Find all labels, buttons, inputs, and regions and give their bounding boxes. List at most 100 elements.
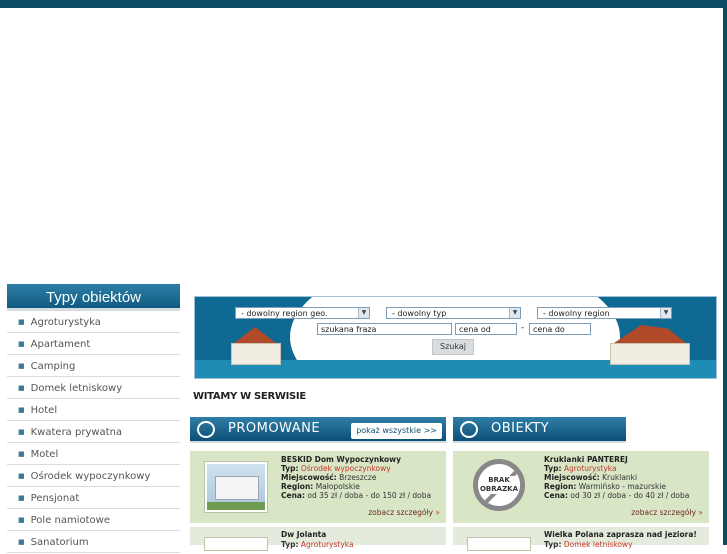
price-label: Cena: — [281, 491, 305, 500]
sidebar-item-label: Sanatorium — [30, 537, 89, 548]
listing-locality: Brzeszcze — [339, 473, 377, 482]
bullet-icon: ■ — [18, 340, 25, 348]
listing-type[interactable]: Ośrodek wypoczynkowy — [301, 464, 391, 473]
house-illustration-right — [600, 325, 700, 367]
details-arrow-icon: » — [435, 508, 440, 517]
sidebar-header: Typy obiektów — [7, 284, 180, 311]
sidebar-item-label: Hotel — [30, 405, 58, 416]
sidebar-item-hotel[interactable]: ■ Hotel — [7, 399, 180, 421]
no-image-icon: BRAK OBRAZKA — [473, 459, 525, 511]
type-value: - dowolny typ — [392, 309, 447, 318]
sidebar-item-label: Kwatera prywatna — [30, 427, 123, 438]
promoted-title: PROMOWANE — [228, 421, 321, 436]
listing-price: od 35 zł / doba - do 150 zł / doba — [307, 491, 432, 500]
bullet-icon: ■ — [18, 494, 25, 502]
listing-region: Warmińsko - mazurskie — [578, 482, 666, 491]
listing-region-row: Region: Warmińsko - mazurskie — [544, 482, 666, 491]
region-select[interactable]: - dowolny region ▼ — [537, 307, 672, 319]
sidebar-item-kwatera-prywatna[interactable]: ■ Kwatera prywatna — [7, 421, 180, 443]
promoted-listing-card[interactable]: Dw Jolanta Typ: Agroturystyka — [190, 527, 446, 551]
listing-photo[interactable] — [204, 461, 268, 513]
bullet-icon: ■ — [18, 428, 25, 436]
bullet-icon: ■ — [18, 472, 25, 480]
details-arrow-icon: » — [698, 508, 703, 517]
sidebar-item-label: Ośrodek wypoczynkowy — [30, 471, 151, 482]
listing-type-row: Typ: Ośrodek wypoczynkowy — [281, 464, 391, 473]
sidebar-item-label: Apartament — [30, 339, 91, 350]
sidebar-item-label: Pensjonat — [30, 493, 80, 504]
locality-label: Miejscowość: — [544, 473, 600, 482]
listing-title[interactable]: Dw Jolanta — [281, 530, 326, 539]
sidebar-item-label: Agroturystyka — [30, 317, 101, 328]
listing-photo[interactable] — [204, 537, 268, 551]
chevron-down-icon: ▼ — [509, 308, 520, 318]
listing-locality-row: Miejscowość: Kruklanki — [544, 473, 637, 482]
sidebar-item-osrodek-wypoczynkowy[interactable]: ■ Ośrodek wypoczynkowy — [7, 465, 180, 487]
listing-price-row: Cena: od 30 zł / doba - do 40 zł / doba — [544, 491, 689, 500]
bullet-icon: ■ — [18, 406, 25, 414]
magnifier-icon — [460, 421, 478, 438]
listing-region-row: Region: Małopolskie — [281, 482, 360, 491]
sidebar-item-pensjonat[interactable]: ■ Pensjonat — [7, 487, 180, 509]
listing-type[interactable]: Agroturystyka — [564, 464, 617, 473]
sidebar-item-apartament[interactable]: ■ Apartament — [7, 333, 180, 355]
region-value: - dowolny region — [543, 309, 610, 318]
listing-locality: Kruklanki — [602, 473, 638, 482]
listing-price: od 30 zł / doba - do 40 zł / doba — [570, 491, 690, 500]
type-select[interactable]: - dowolny typ ▼ — [386, 307, 521, 319]
sidebar-item-label: Domek letniskowy — [30, 383, 123, 394]
listing-locality-row: Miejscowość: Brzeszcze — [281, 473, 376, 482]
listing-region: Małopolskie — [315, 482, 360, 491]
sidebar-item-camping[interactable]: ■ Camping — [7, 355, 180, 377]
sidebar-item-agroturystyka[interactable]: ■ Agroturystyka — [7, 311, 180, 333]
region-geo-select[interactable]: - dowolny region geo. ▼ — [235, 307, 370, 319]
sidebar-item-pole-namiotowe[interactable]: ■ Pole namiotowe — [7, 509, 180, 531]
objects-header: OBIEKTY — [453, 417, 626, 443]
search-phrase-input[interactable]: szukana fraza — [317, 323, 452, 335]
search-button[interactable]: Szukaj — [432, 339, 474, 355]
listing-title[interactable]: Kruklanki PANTEREJ — [544, 455, 628, 464]
bullet-icon: ■ — [18, 384, 25, 392]
bullet-icon: ■ — [18, 318, 25, 326]
details-link[interactable]: zobacz szczegóły » — [631, 508, 703, 517]
bullet-icon: ■ — [18, 450, 25, 458]
listing-photo[interactable] — [467, 537, 531, 551]
objects-title: OBIEKTY — [491, 421, 550, 436]
price-separator: - — [521, 323, 525, 333]
sidebar-item-label: Pole namiotowe — [30, 515, 110, 526]
listing-price-row: Cena: od 35 zł / doba - do 150 zł / doba — [281, 491, 431, 500]
details-label: zobacz szczegóły — [631, 508, 697, 517]
sidebar-item-domek-letniskowy[interactable]: ■ Domek letniskowy — [7, 377, 180, 399]
no-image-label: BRAK OBRAZKA — [478, 476, 520, 494]
listing-type-row: Typ: Agroturystyka — [544, 464, 617, 473]
region-geo-value: - dowolny region geo. — [241, 309, 328, 318]
type-label: Typ: — [281, 464, 299, 473]
sidebar-item-label: Motel — [30, 449, 59, 460]
house-illustration-left — [217, 327, 297, 367]
right-edge-bar — [723, 0, 727, 545]
price-label: Cena: — [544, 491, 568, 500]
object-types-sidebar: Typy obiektów ■ Agroturystyka ■ Apartament… — [7, 284, 180, 553]
bullet-icon: ■ — [18, 516, 25, 524]
bullet-icon: ■ — [18, 362, 25, 370]
listing-title[interactable]: BESKID Dom Wypoczynkowy — [281, 455, 401, 464]
object-listing-card[interactable]: Wielka Polana zaprasza nad jeziora! Typ:… — [453, 527, 709, 551]
sidebar-item-motel[interactable]: ■ Motel — [7, 443, 180, 465]
welcome-heading: WITAMY W SERWISIE — [193, 391, 306, 402]
object-listing-card[interactable]: BRAK OBRAZKA Kruklanki PANTEREJ Typ: Agr… — [453, 451, 709, 523]
details-link[interactable]: zobacz szczegóły » — [368, 508, 440, 517]
top-bar — [0, 0, 727, 8]
details-label: zobacz szczegóły — [368, 508, 434, 517]
locality-label: Miejscowość: — [281, 473, 337, 482]
region-label: Region: — [544, 482, 577, 491]
region-label: Region: — [281, 482, 314, 491]
price-from-input[interactable]: cena od — [455, 323, 517, 335]
magnifier-icon — [197, 421, 215, 438]
sidebar-item-sanatorium[interactable]: ■ Sanatorium — [7, 531, 180, 553]
show-all-link[interactable]: pokaż wszystkie >> — [351, 423, 442, 439]
promoted-listing-card[interactable]: BESKID Dom Wypoczynkowy Typ: Ośrodek wyp… — [190, 451, 446, 523]
chevron-down-icon: ▼ — [660, 308, 671, 318]
listing-title[interactable]: Wielka Polana zaprasza nad jeziora! — [544, 530, 697, 539]
promoted-header: PROMOWANE pokaż wszystkie >> — [190, 417, 446, 443]
price-to-input[interactable]: cena do — [529, 323, 591, 335]
